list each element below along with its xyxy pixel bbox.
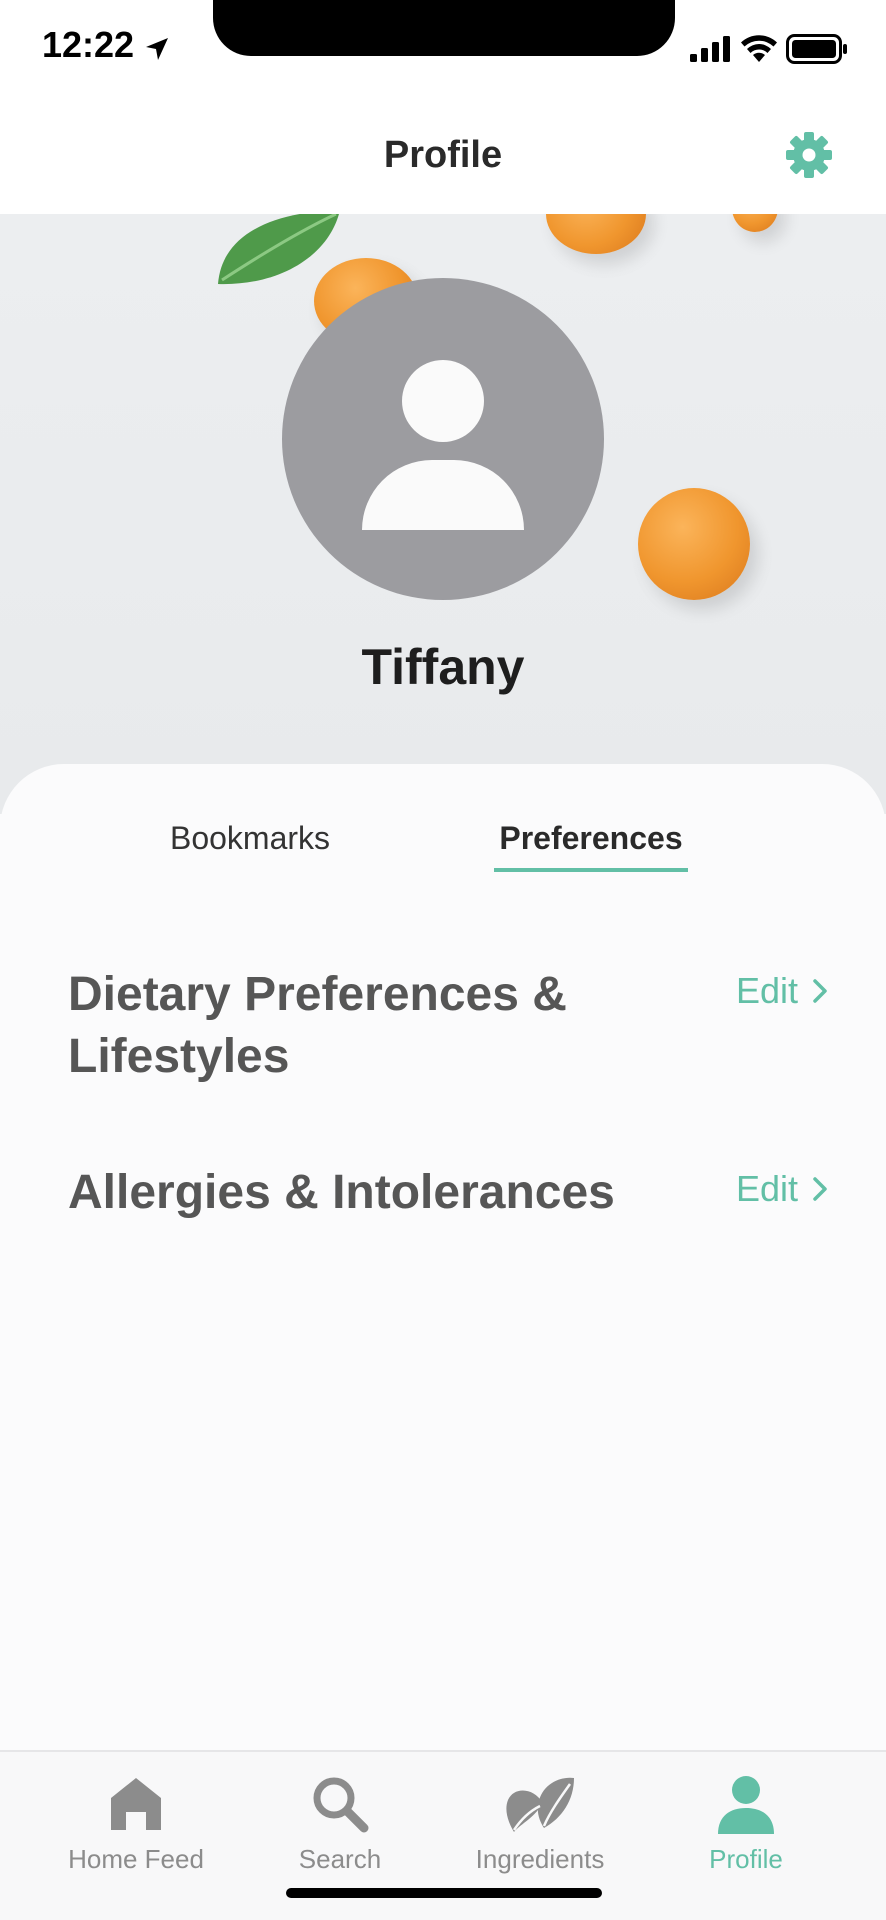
user-placeholder-body (362, 460, 524, 530)
nav-label: Search (298, 1844, 382, 1874)
tab-preferences[interactable]: Preferences (494, 820, 688, 857)
gear-icon[interactable] (784, 130, 834, 180)
nav-label: Profile (709, 1844, 783, 1874)
apricot-decoration (638, 488, 750, 600)
nav-item-ingredients[interactable]: Ingredients (440, 1772, 640, 1875)
avatar[interactable] (282, 278, 604, 600)
nav-label: Home Feed (68, 1844, 204, 1874)
edit-label: Edit (735, 970, 798, 1011)
chevron-right-icon (813, 1177, 827, 1201)
profile-screen: 12:22 Profile Tiffany Bookmarks Preferen… (0, 0, 886, 1920)
notch (213, 0, 675, 56)
user-placeholder-icon (402, 360, 484, 442)
chevron-right-icon (813, 979, 827, 1003)
location-arrow-icon (146, 38, 168, 60)
profile-content-card: Bookmarks Preferences Dietary Preference… (0, 764, 886, 1750)
leaves-icon (506, 1777, 574, 1832)
apricot-decoration (546, 214, 646, 254)
preference-item-allergies: Allergies & Intolerances Edit (68, 1162, 828, 1224)
user-name: Tiffany (361, 639, 525, 695)
home-icon (111, 1778, 161, 1830)
preference-title: Dietary Preferences & Lifestyles (68, 968, 567, 1083)
nav-item-home-feed[interactable]: Home Feed (36, 1772, 236, 1875)
status-time: 12:22 (42, 24, 135, 65)
header-bar: Profile (0, 100, 886, 214)
profile-hero: Tiffany (0, 214, 886, 814)
nav-label: Ingredients (475, 1844, 605, 1874)
active-tab-indicator (494, 868, 688, 872)
status-bar: 12:22 (0, 0, 886, 100)
nav-item-search[interactable]: Search (240, 1772, 440, 1875)
tab-bookmarks[interactable]: Bookmarks (140, 820, 360, 857)
edit-dietary-button[interactable]: Edit (736, 970, 828, 1012)
page-title: Profile (383, 134, 503, 176)
edit-label: Edit (735, 1168, 798, 1209)
home-indicator (286, 1888, 602, 1898)
wifi-icon (741, 35, 777, 62)
battery-icon (786, 34, 847, 64)
signal-icon (690, 36, 730, 62)
leaf-decoration (218, 214, 339, 285)
apricot-decoration (732, 214, 778, 232)
search-icon (313, 1777, 369, 1833)
preference-title: Allergies & Intolerances (68, 1166, 615, 1219)
nav-item-profile[interactable]: Profile (646, 1772, 846, 1875)
preference-item-dietary: Dietary Preferences & Lifestyles Edit (68, 964, 828, 1088)
person-icon (718, 1776, 774, 1834)
edit-allergies-button[interactable]: Edit (736, 1168, 828, 1210)
